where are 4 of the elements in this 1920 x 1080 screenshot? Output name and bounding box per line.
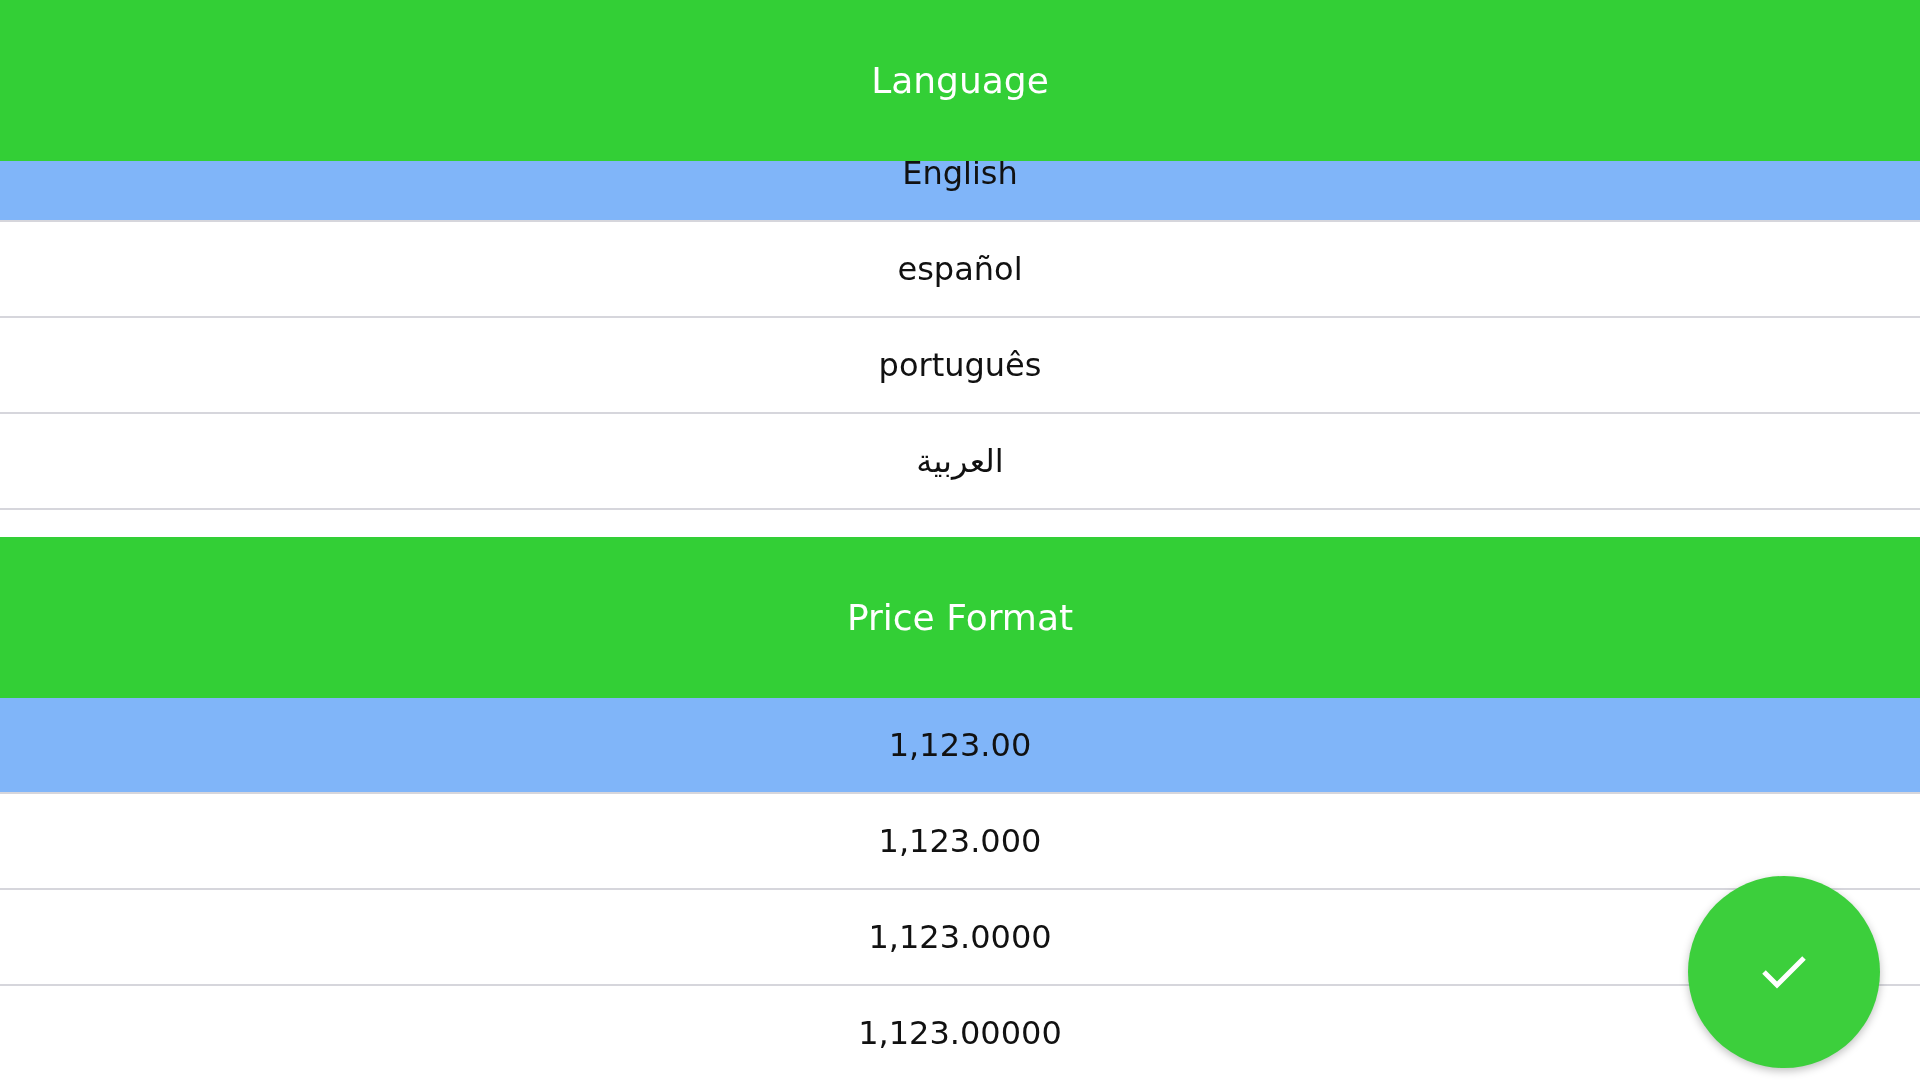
section-header: Price Format: [0, 537, 1920, 698]
option-row[interactable]: 1,123.00: [0, 698, 1920, 794]
check-icon: [1760, 954, 1808, 990]
section-header: Language: [0, 0, 1920, 161]
